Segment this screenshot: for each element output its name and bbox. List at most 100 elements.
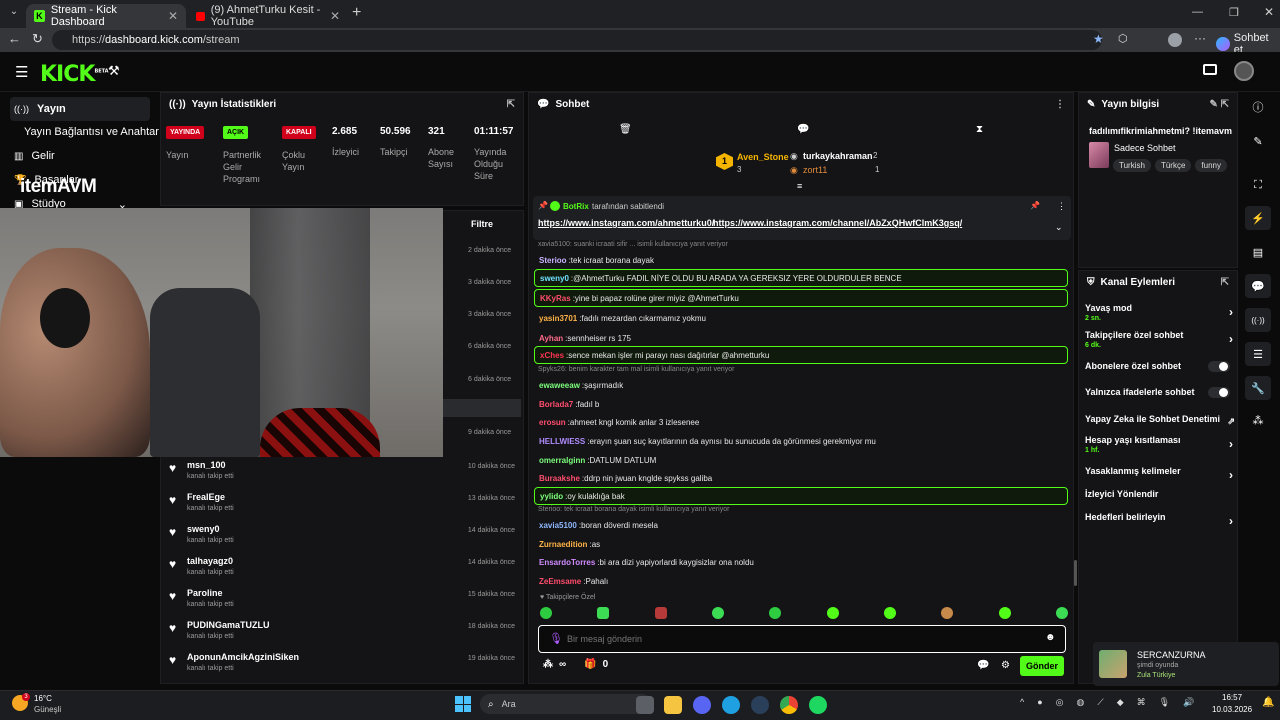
chat-scrollbar[interactable] xyxy=(1074,560,1077,586)
kick-logo[interactable]: KICKBETA xyxy=(40,62,109,87)
send-button[interactable]: Gönder xyxy=(1020,656,1064,676)
chevron-down-icon[interactable]: ⌄ xyxy=(1055,222,1063,233)
list-item[interactable]: ♥ Paroline kanalı takip etti 15 dakika önce xyxy=(166,587,518,619)
chat-username[interactable]: HELLWIESS xyxy=(539,437,585,446)
clock-time[interactable]: 16:57 xyxy=(1222,693,1242,702)
chat-message[interactable]: Buraakshe: ddrp nin jwuan knglde spykss … xyxy=(534,469,1068,487)
action-banned-words[interactable]: Yasaklanmış kelimeler › xyxy=(1085,466,1233,482)
tray-app-icon[interactable]: ◆ xyxy=(1117,697,1124,711)
tray-app-icon[interactable]: ◍ xyxy=(1077,697,1085,711)
chat-message[interactable]: yylido: oy kulaklığa bak xyxy=(534,487,1068,505)
tab-list-button[interactable]: ⌄ xyxy=(6,6,22,22)
list-item[interactable]: ♥ FrealEge kanalı takip etti 13 dakika önce xyxy=(166,491,518,523)
chat-username[interactable]: EnsardoTorres xyxy=(539,558,595,567)
pencil-icon[interactable]: ✎ xyxy=(1245,129,1271,153)
chrome-icon[interactable] xyxy=(780,696,798,714)
pinned-link-1[interactable]: https://www.instagram.com/ahmetturku0/ xyxy=(538,218,714,228)
community-icon[interactable]: ⁂ xyxy=(543,659,553,670)
menu-icon[interactable]: ☰ xyxy=(15,63,28,81)
category-name[interactable]: Sadece Sohbet xyxy=(1114,143,1176,153)
tray-app-icon[interactable]: ⟋ xyxy=(1097,697,1103,711)
emote-icon[interactable] xyxy=(769,607,782,619)
leader-name[interactable]: zort11 xyxy=(803,165,827,175)
chat-message[interactable]: Zurnaedition: as xyxy=(534,535,1068,553)
file-explorer-icon[interactable] xyxy=(664,696,682,714)
chat-message[interactable]: ewaweeaw: şaşırmadık xyxy=(534,376,1068,394)
spotify-icon[interactable] xyxy=(809,696,827,714)
action-raid[interactable]: İzleyici Yönlendir xyxy=(1085,489,1233,499)
profile-avatar[interactable] xyxy=(1168,33,1182,47)
chat-username[interactable]: Sterioo xyxy=(539,256,567,265)
chat-username[interactable]: erosun xyxy=(539,418,566,427)
leader-name[interactable]: Aven_Stone xyxy=(737,152,789,162)
weather-widget[interactable]: 3 16°C Güneşli xyxy=(12,693,82,717)
emote-icon[interactable] xyxy=(711,607,724,619)
chat-username[interactable]: sweny0 xyxy=(540,274,569,283)
leader-name[interactable]: turkaykahraman xyxy=(803,151,873,161)
chat-message[interactable]: EnsardoTorres: bi ara dizi yapiyorlardi … xyxy=(534,553,1068,571)
more-icon[interactable]: ··· xyxy=(1194,31,1206,45)
list-item[interactable]: ♥ PUDINGamaTUZLU kanalı takip etti 18 dakik… xyxy=(166,619,518,651)
minimize-button[interactable]: — xyxy=(1192,6,1203,18)
chat-username[interactable]: yylido xyxy=(540,492,563,501)
game-notification[interactable]: SERCANZURNA şimdi oyunda Zula Türkiye xyxy=(1093,642,1279,686)
gift-box-icon[interactable]: 🎁 xyxy=(584,659,596,670)
action-account-age[interactable]: Hesap yaşı kısıtlaması 1 hf. › xyxy=(1085,435,1233,454)
chat-message[interactable]: KKyRas: yine bi papaz rolüne girer miyiz… xyxy=(534,289,1068,307)
tab-kick-dashboard[interactable]: K Stream - Kick Dashboard ✕ xyxy=(26,4,186,28)
filter-button[interactable]: Filtre xyxy=(471,219,493,229)
chat-username[interactable]: Ayhan xyxy=(539,334,563,343)
expand-icon[interactable]: ⛶ xyxy=(1245,173,1271,197)
chat-message[interactable]: Sterioo: tek icraat borana dayak xyxy=(534,251,1068,269)
chat-message[interactable]: xavia5100: boran döverdi mesela xyxy=(534,516,1068,534)
favorite-star-icon[interactable]: ★ xyxy=(1093,32,1104,46)
chat-bubble-icon[interactable]: 💬 xyxy=(797,124,809,135)
sidebar-item-stream-key[interactable]: Yayın Bağlantısı ve Anahtarı xyxy=(20,120,162,144)
list-icon[interactable]: ☰ xyxy=(1245,342,1271,366)
settings-gear-icon[interactable]: ⚙ xyxy=(1001,660,1010,671)
chat-message[interactable]: Ayhan: sennheiser rs 175 xyxy=(534,329,1068,347)
broadcast-icon[interactable]: ((·)) xyxy=(1245,308,1271,332)
chat-message[interactable]: Borlada7: fadıl b xyxy=(534,395,1068,413)
chat-bubble-icon[interactable]: 💬 xyxy=(977,660,989,671)
emoji-icon[interactable]: ☻ xyxy=(1045,632,1056,643)
emote-icon[interactable] xyxy=(654,607,667,619)
list-item[interactable]: ♥ msn_100 kanalı takip etti 10 dakika önce xyxy=(166,459,518,491)
chat-username[interactable]: yasin3701 xyxy=(539,314,577,323)
list-item[interactable]: ♥ AponunAmcikAgziniSiken kanalı takip etti… xyxy=(166,651,518,683)
start-button[interactable] xyxy=(455,696,471,712)
more-vertical-icon[interactable]: ⋮ xyxy=(1055,99,1065,110)
chat-message[interactable]: omerralginn: DATLUM DATLUM xyxy=(534,451,1068,469)
chat-bubble-icon[interactable]: 💬 xyxy=(1245,274,1271,298)
hourglass-icon[interactable]: ⧗ xyxy=(976,124,983,135)
tray-chevron-icon[interactable]: ^ xyxy=(1020,697,1024,711)
microphone-icon[interactable]: 🎙 xyxy=(549,632,563,645)
close-tab-icon[interactable]: ✕ xyxy=(168,9,178,23)
community-icon[interactable]: ⁂ xyxy=(1245,408,1271,432)
edge-icon[interactable] xyxy=(722,696,740,714)
task-view-icon[interactable] xyxy=(636,696,654,714)
action-set-goals[interactable]: Hedefleri belirleyin › xyxy=(1085,512,1233,528)
chat-username[interactable]: Borlada7 xyxy=(539,400,573,409)
action-followers-only[interactable]: Takipçilere özel sohbet 6 dk. › xyxy=(1085,330,1233,349)
sidebar-item-yayin[interactable]: ((·)) Yayın xyxy=(10,97,150,121)
reload-icon[interactable]: ↻ xyxy=(32,31,43,47)
chat-message[interactable]: HELLWIESS: erayın şuan suç kayıtlarının … xyxy=(534,432,1068,450)
chat-message[interactable]: yasin3701: fadılı mezardan cıkarmamız yo… xyxy=(534,309,1068,327)
close-tab-icon[interactable]: ✕ xyxy=(330,9,340,23)
action-slow-mode[interactable]: Yavaş mod 2 sn. › xyxy=(1085,303,1233,322)
back-icon[interactable]: ← xyxy=(8,31,21,46)
chat-username[interactable]: omerralginn xyxy=(539,456,585,465)
popout-icon[interactable]: ⇱ xyxy=(1221,277,1229,288)
emote-icon[interactable] xyxy=(597,607,610,619)
notification-bell-icon[interactable]: 🔔 xyxy=(1262,697,1274,708)
sidebar-item-gelir[interactable]: ▥ Gelir xyxy=(10,144,55,168)
chat-username[interactable]: xavia5100 xyxy=(539,521,577,530)
clock-date[interactable]: 10.03.2026 xyxy=(1212,705,1252,714)
lightning-icon[interactable]: ⚡ xyxy=(1245,206,1271,230)
collapse-leaderboard-icon[interactable]: ≡ xyxy=(797,181,802,191)
more-vertical-icon[interactable]: ⋮ xyxy=(1057,201,1066,212)
chat-input[interactable] xyxy=(567,631,1027,647)
network-icon[interactable]: ⌘ xyxy=(1137,697,1146,711)
media-icon[interactable] xyxy=(1203,64,1217,75)
